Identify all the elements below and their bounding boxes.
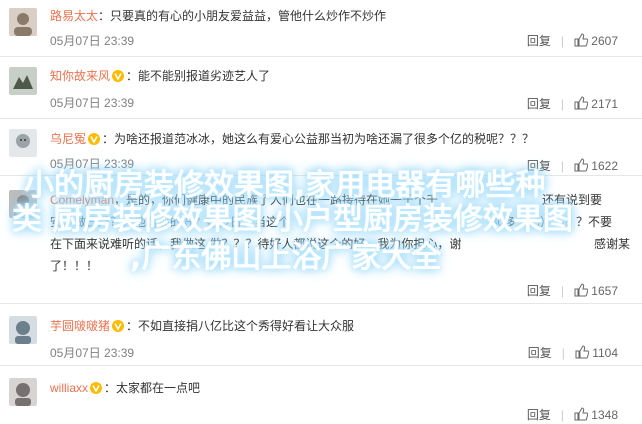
username-link[interactable]: 路易太太: [50, 9, 98, 23]
like-count: 2607: [591, 34, 618, 48]
username-link[interactable]: 乌尼冤: [50, 132, 86, 146]
comment-line: 芋圆啵啵猪 ：不如直接捐八亿比这个秀得好看让大众服: [50, 316, 630, 336]
divider: |: [560, 407, 564, 422]
comment-actions: 回复 | 2607: [527, 32, 618, 49]
reply-button[interactable]: 回复: [527, 406, 551, 423]
avatar[interactable]: [9, 316, 37, 344]
comment-feed: 路易太太：只要真的有心的小朋友爱益益，管他什么炒作不炒作 05月07日 23:3…: [0, 0, 642, 424]
username-link[interactable]: 芋圆啵啵猪: [50, 319, 110, 333]
avatar[interactable]: [9, 8, 37, 36]
comment-date: 05月07日 23:39: [50, 96, 135, 110]
verified-badge-icon: [90, 382, 103, 394]
thumbs-up-icon: [574, 96, 588, 110]
comment-text-right: 30多个亿）吗？？不要: [490, 215, 612, 229]
comment-text: 为啥还报道范冰冰，她这么有爱心公益那当初为啥还漏了很多个亿的税呢？？？: [114, 132, 535, 146]
comment-item: 芋圆啵啵猪 ：不如直接捐八亿比这个秀得好看让大众服 05月07日 23:39 回复…: [0, 304, 642, 366]
username-link[interactable]: 知你故来风: [50, 69, 110, 83]
comment-line: williaxx ：太家都在一点吧: [50, 378, 630, 398]
comment-actions: 回复 | 1622: [527, 157, 618, 174]
comment-text-right: 还有说到要: [541, 193, 602, 207]
like-count: 1657: [591, 284, 618, 298]
reply-button[interactable]: 回复: [527, 32, 551, 49]
like-button[interactable]: 1657: [574, 283, 618, 298]
like-button[interactable]: 1104: [575, 345, 618, 360]
avatar[interactable]: [9, 190, 37, 218]
thumbs-up-icon: [574, 407, 588, 421]
comment-text: ，是的，你们健康中的民族了人们也在一路接待在她一千个千: [114, 193, 439, 207]
comment-actions: 回复 | 1104: [528, 344, 618, 361]
comment-text-right: 感谢某: [593, 237, 630, 251]
comment-item: Comelyman，是的，你们健康中的民族了人们也在一路接待在她一千个千 还有说…: [0, 176, 642, 304]
comment-actions: 回复 | 1348: [527, 406, 618, 423]
like-button[interactable]: 2171: [574, 96, 618, 111]
reply-button[interactable]: 回复: [527, 157, 551, 174]
colon: ：: [104, 381, 117, 395]
comment-text: 不如直接捐八亿比这个秀得好看让大众服: [138, 319, 355, 333]
verified-badge-icon: [112, 320, 125, 332]
like-button[interactable]: 1348: [574, 407, 618, 422]
comment-date: 05月07日 23:39: [50, 157, 135, 171]
comment-text: 只要真的有心的小朋友爱益益，管他什么炒作不炒作: [110, 9, 387, 23]
like-button[interactable]: 1622: [574, 158, 618, 173]
comment-date: 05月07日 23:39: [50, 34, 135, 48]
reply-button[interactable]: 回复: [527, 282, 551, 299]
comment-text-line: 在下面来说难听的话，我做这 做？？？待好人都说这个的好，我为你担心，谢: [50, 237, 462, 251]
comment-actions: 回复 | 1657: [527, 282, 618, 299]
comment-date: 05月07日 23:39: [50, 346, 135, 360]
username-link[interactable]: Comelyman: [50, 193, 114, 207]
colon: ：: [126, 319, 139, 333]
verified-badge-icon: [112, 70, 125, 82]
like-count: 1104: [592, 346, 618, 360]
username-link[interactable]: williaxx: [50, 381, 88, 395]
reply-button[interactable]: 回复: [528, 344, 552, 361]
verified-badge-icon: [88, 133, 101, 145]
colon: ：: [126, 69, 139, 83]
comment-actions: 回复 | 2171: [527, 95, 618, 112]
thumbs-up-icon: [575, 345, 589, 359]
comment-text-line: 了！！！: [50, 259, 99, 273]
divider: |: [560, 33, 564, 48]
comment-line: 路易太太：只要真的有心的小朋友爱益益，管他什么炒作不炒作: [50, 6, 630, 26]
like-count: 1348: [591, 408, 618, 422]
thumbs-up-icon: [574, 158, 588, 172]
divider: |: [560, 158, 564, 173]
like-count: 2171: [591, 97, 618, 111]
thumbs-up-icon: [574, 283, 588, 297]
comment-item: 乌尼冤 ：为啥还报道范冰冰，她这么有爱心公益那当初为啥还漏了很多个亿的税呢？？？ …: [0, 119, 642, 176]
divider: |: [560, 96, 564, 111]
like-button[interactable]: 2607: [574, 33, 618, 48]
comment-item: williaxx ：太家都在一点吧 回复 | 1348: [0, 366, 642, 424]
comment-item: 路易太太：只要真的有心的小朋友爱益益，管他什么炒作不炒作 05月07日 23:3…: [0, 0, 642, 57]
reply-button[interactable]: 回复: [527, 95, 551, 112]
comment-item: 知你故来风 ：能不能别报道劣迹艺人了 05月07日 23:39 回复 | 2171: [0, 57, 642, 119]
divider: |: [561, 345, 565, 360]
avatar[interactable]: [9, 378, 37, 406]
comment-text: 太家都在一点吧: [116, 381, 201, 395]
divider: |: [560, 283, 564, 298]
thumbs-up-icon: [574, 33, 588, 47]
colon: ：: [102, 132, 115, 146]
avatar[interactable]: [9, 129, 37, 157]
like-count: 1622: [591, 159, 618, 173]
comment-line: 知你故来风 ：能不能别报道劣迹艺人了: [50, 66, 630, 86]
colon: ：: [98, 9, 111, 23]
comment-text: 能不能别报道劣迹艺人了: [138, 69, 271, 83]
avatar[interactable]: [9, 67, 37, 95]
comment-line: 乌尼冤 ：为啥还报道范冰冰，她这么有爱心公益那当初为啥还漏了很多个亿的税呢？？？: [50, 129, 630, 149]
